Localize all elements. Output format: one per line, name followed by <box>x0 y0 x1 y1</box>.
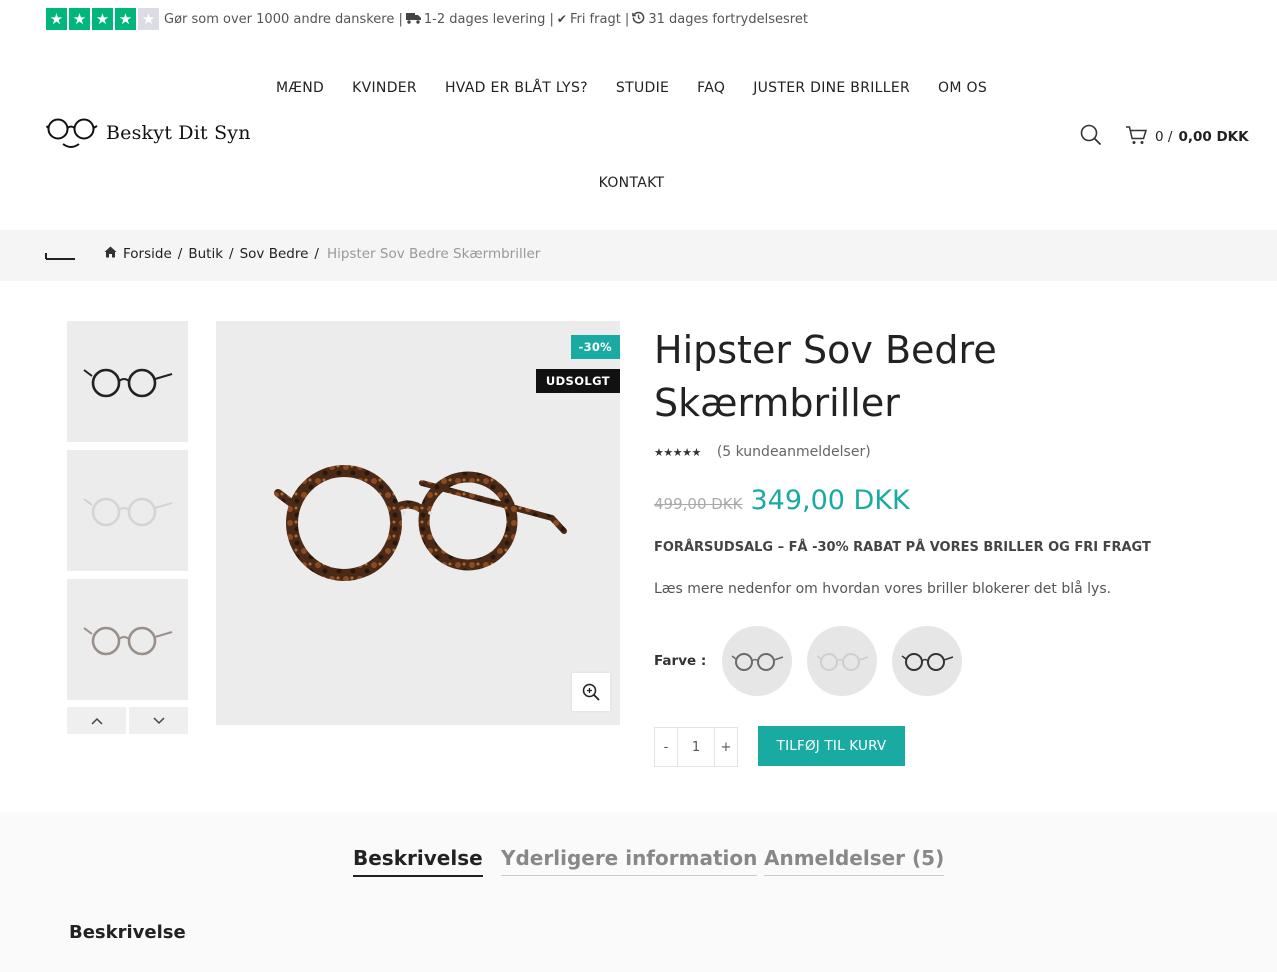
glasses-grey-image <box>82 626 172 655</box>
quantity-increase-button[interactable]: + <box>715 728 737 766</box>
nav-item-om-os[interactable]: OM OS <box>938 78 987 98</box>
breadcrumb-bar: Forside / Butik / Sov Bedre / Hipster So… <box>0 230 1277 281</box>
nav-item-maend[interactable]: MÆND <box>276 78 324 98</box>
color-swatch-grey[interactable] <box>722 626 792 696</box>
trust-bar: ★ ★ ★ ★ ★ Gør som over 1000 andre danske… <box>46 8 808 30</box>
breadcrumb-shop[interactable]: Butik <box>188 246 223 262</box>
main-nav: MÆND KVINDER HVAD ER BLÅT LYS? STUDIE FA… <box>0 78 1263 98</box>
quantity-input[interactable]: 1 <box>677 728 715 766</box>
breadcrumb-separator: / <box>314 246 319 262</box>
product-price: 499,00 DKK 349,00 DKK <box>654 485 910 516</box>
cart-count: 0 / <box>1155 129 1173 145</box>
chevron-up-icon <box>90 717 103 725</box>
glasses-clear-swatch-icon <box>816 653 869 671</box>
quantity-decrease-button[interactable]: - <box>655 728 677 766</box>
star-icon: ★ <box>92 8 113 30</box>
product-rating: ★★★★★ (5 kundeanmeldelser) <box>654 444 871 460</box>
main-nav-row2: KONTAKT <box>0 173 1263 193</box>
tab-description[interactable]: Beskrivelse <box>353 846 483 877</box>
sale-price: 349,00 DKK <box>750 485 910 516</box>
thumbnail-prev-button[interactable] <box>67 707 126 734</box>
search-icon[interactable] <box>1080 124 1102 150</box>
star-icon: ★ <box>46 8 67 30</box>
product-tabs-section: Beskrivelse Yderligere information Anmel… <box>0 812 1277 972</box>
star-empty-icon: ★ <box>138 8 159 30</box>
cart-total: 0,00 DKK <box>1178 129 1249 145</box>
product-title: Hipster Sov Bedre Skærmbriller <box>654 328 997 425</box>
nav-item-kontakt[interactable]: KONTAKT <box>599 173 665 193</box>
nav-item-faq[interactable]: FAQ <box>697 78 725 98</box>
nav-item-blat-lys[interactable]: HVAD ER BLÅT LYS? <box>445 78 588 98</box>
cart-icon <box>1125 124 1149 150</box>
zoom-in-icon <box>582 683 600 701</box>
breadcrumb: Forside / Butik / Sov Bedre / Hipster So… <box>104 246 540 262</box>
home-icon <box>104 246 117 262</box>
cart-button[interactable]: 0 / 0,00 DKK <box>1125 124 1249 150</box>
glasses-grey-swatch-icon <box>731 653 784 671</box>
reviews-link[interactable]: (5 kundeanmeldelser) <box>717 444 871 460</box>
breadcrumb-current: Hipster Sov Bedre Skærmbriller <box>326 246 541 262</box>
trustpilot-rating[interactable]: ★ ★ ★ ★ ★ <box>46 8 159 30</box>
return-text: 31 dages fortrydelsesret <box>648 11 808 27</box>
zoom-button[interactable] <box>572 673 610 711</box>
tab-reviews[interactable]: Anmeldelser (5) <box>764 846 945 876</box>
trust-text: Gør som over 1000 andre danskere | <box>164 11 403 27</box>
tab-additional-info[interactable]: Yderligere information <box>501 846 758 876</box>
thumbnail-clear[interactable] <box>67 450 188 571</box>
glasses-clear-image <box>82 497 172 526</box>
rating-stars-icon: ★★★★★ <box>654 445 701 459</box>
thumbnail-grey[interactable] <box>67 579 188 700</box>
sale-badge: -30% <box>570 335 620 359</box>
description-heading: Beskrivelse <box>69 922 186 943</box>
breadcrumb-category[interactable]: Sov Bedre <box>240 246 309 262</box>
breadcrumb-separator: / <box>177 246 183 262</box>
color-swatch-clear[interactable] <box>807 626 877 696</box>
logo-text: Beskyt Dit Syn <box>106 122 251 144</box>
sold-out-badge: UDSOLGT <box>535 369 620 393</box>
tortoise-glasses-image <box>274 465 567 581</box>
color-swatch-black[interactable] <box>892 626 962 696</box>
shipping-text: Fri fragt | <box>569 11 630 27</box>
old-price: 499,00 DKK <box>654 495 743 513</box>
nav-item-kvinder[interactable]: KVINDER <box>352 78 417 98</box>
star-icon: ★ <box>69 8 90 30</box>
breadcrumb-separator: / <box>229 246 234 262</box>
back-arrow-icon[interactable] <box>45 248 77 270</box>
add-to-cart-button[interactable]: TILFØJ TIL KURV <box>758 726 905 766</box>
short-description: Læs mere nedenfor om hvordan vores brill… <box>654 581 1112 597</box>
chevron-down-icon <box>152 716 165 724</box>
delivery-text: 1-2 dages levering | <box>423 11 554 27</box>
promo-text: FORÅRSUDSALG – FÅ -30% RABAT PÅ VORES BR… <box>654 540 1151 555</box>
thumbnail-next-button[interactable] <box>129 707 188 734</box>
nav-item-studie[interactable]: STUDIE <box>616 78 669 98</box>
glasses-logo-icon <box>46 118 98 148</box>
thumbnail-black[interactable] <box>67 321 188 442</box>
check-icon: ✔ <box>556 12 567 26</box>
history-icon <box>632 11 645 27</box>
site-logo[interactable]: Beskyt Dit Syn <box>46 115 251 151</box>
glasses-black-image <box>82 368 172 397</box>
product-main-image[interactable]: -30% UDSOLGT <box>216 321 620 725</box>
nav-item-juster[interactable]: JUSTER DINE BRILLER <box>753 78 910 98</box>
color-label: Farve : <box>654 653 707 669</box>
star-icon: ★ <box>115 8 136 30</box>
glasses-black-swatch-icon <box>901 653 954 671</box>
truck-icon <box>405 12 421 27</box>
quantity-stepper: - 1 + <box>654 727 738 767</box>
breadcrumb-home[interactable]: Forside <box>123 246 172 262</box>
